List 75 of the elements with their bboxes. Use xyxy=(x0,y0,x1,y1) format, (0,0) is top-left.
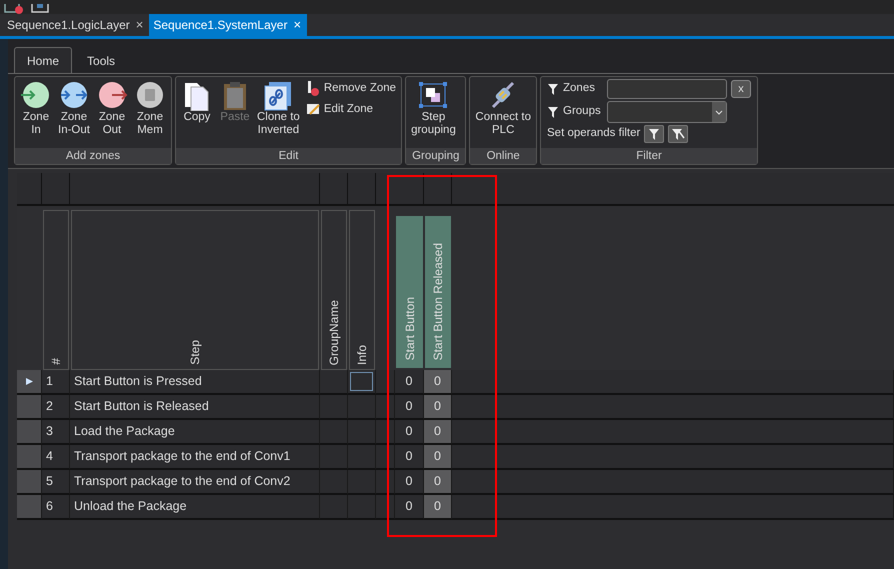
step-cell: Transport package to the end of Conv1 xyxy=(70,445,320,470)
clear-button[interactable]: x xyxy=(731,80,752,98)
close-icon[interactable]: × xyxy=(136,15,144,35)
operand-value[interactable]: 0 xyxy=(424,420,452,445)
filter-label: Groups xyxy=(563,104,602,120)
group-label: Online xyxy=(470,148,536,164)
close-icon[interactable]: × xyxy=(293,15,302,35)
operand-value[interactable]: 0 xyxy=(424,370,452,395)
step-cell: Transport package to the end of Conv2 xyxy=(70,470,320,495)
tab-label: Sequence1.LogicLayer xyxy=(7,17,130,34)
row-header[interactable] xyxy=(17,370,42,395)
ribbon-button[interactable]: Zone Mem xyxy=(132,79,168,146)
sequence-icon[interactable] xyxy=(4,4,24,14)
group-label: Grouping xyxy=(406,148,466,164)
step-cell: Start Button is Released xyxy=(70,395,320,420)
ribbon-button[interactable]: Remove Zone xyxy=(304,79,398,98)
edit-icon xyxy=(306,102,320,118)
group-label: Edit xyxy=(176,148,402,164)
filter-icon xyxy=(648,128,660,140)
operand-value[interactable]: 0 xyxy=(424,445,452,470)
current-row-icon xyxy=(24,377,34,386)
row-number: 4 xyxy=(42,445,70,470)
step-cell: Unload the Package xyxy=(70,495,320,520)
row-number: 1 xyxy=(42,370,70,395)
caret-icon xyxy=(715,110,724,114)
remove-icon xyxy=(306,81,320,96)
ribbon-button[interactable]: Clone to Inverted xyxy=(255,79,302,146)
zones-field[interactable] xyxy=(607,79,728,99)
operand-value[interactable]: 0 xyxy=(424,395,452,420)
column-header[interactable]: Step xyxy=(71,210,319,370)
column-header[interactable]: Info xyxy=(349,210,375,370)
operand-value[interactable]: 0 xyxy=(395,470,424,495)
filter-icon xyxy=(547,82,560,96)
step-cell: Start Button is Pressed xyxy=(70,370,320,395)
document-tab[interactable]: Sequence1.SystemLayer × xyxy=(149,14,308,36)
ribbon-tab[interactable]: Tools xyxy=(74,47,128,73)
ribbon-button[interactable]: Edit Zone xyxy=(304,100,398,120)
zone-out-icon xyxy=(96,81,128,111)
ribbon-button[interactable]: Zone In xyxy=(18,79,54,146)
filter-button[interactable] xyxy=(644,125,664,143)
column-header[interactable]: GroupName xyxy=(321,210,347,370)
ribbon-button[interactable]: Step grouping xyxy=(409,79,458,146)
operand-value[interactable]: 0 xyxy=(395,495,424,520)
filter-label: Zones xyxy=(563,81,596,96)
ribbon-button[interactable]: Zone Out xyxy=(94,79,130,146)
operand-value[interactable]: 0 xyxy=(395,420,424,445)
operand-value[interactable]: 0 xyxy=(395,395,424,420)
tab-label: Sequence1.SystemLayer xyxy=(153,17,288,34)
zone-memory-icon xyxy=(134,81,166,111)
row-number: 6 xyxy=(42,495,70,520)
zone-in-icon xyxy=(20,81,52,111)
operand-value[interactable]: 0 xyxy=(424,470,452,495)
step-cell: Load the Package xyxy=(70,420,320,445)
operand-value[interactable]: 0 xyxy=(395,370,424,395)
info-cell[interactable] xyxy=(350,372,373,391)
filter-icon xyxy=(547,106,560,118)
window-icon[interactable] xyxy=(30,4,50,14)
row-number: 5 xyxy=(42,470,70,495)
row-number: 2 xyxy=(42,395,70,420)
column-header[interactable]: # xyxy=(43,210,69,370)
group-label: Add zones xyxy=(15,148,171,164)
document-tab[interactable]: Sequence1.LogicLayer × xyxy=(3,14,150,36)
filter-label: Set operands filter xyxy=(547,126,640,142)
ribbon-button[interactable]: Copy xyxy=(179,79,215,146)
zone-in-out-icon xyxy=(58,81,90,111)
operand-value[interactable]: 0 xyxy=(395,445,424,470)
ribbon-tab[interactable]: Home xyxy=(14,47,72,73)
group-icon xyxy=(417,81,450,111)
clear-filter-icon xyxy=(671,128,686,140)
operand-value[interactable]: 0 xyxy=(424,495,452,520)
clear-filter-button[interactable] xyxy=(668,125,688,143)
ribbon-button[interactable]: Connect to PLC xyxy=(473,79,534,146)
ribbon-button[interactable]: Zone In-Out xyxy=(56,79,92,146)
row-number: 3 xyxy=(42,420,70,445)
group-label: Filter xyxy=(541,148,758,164)
